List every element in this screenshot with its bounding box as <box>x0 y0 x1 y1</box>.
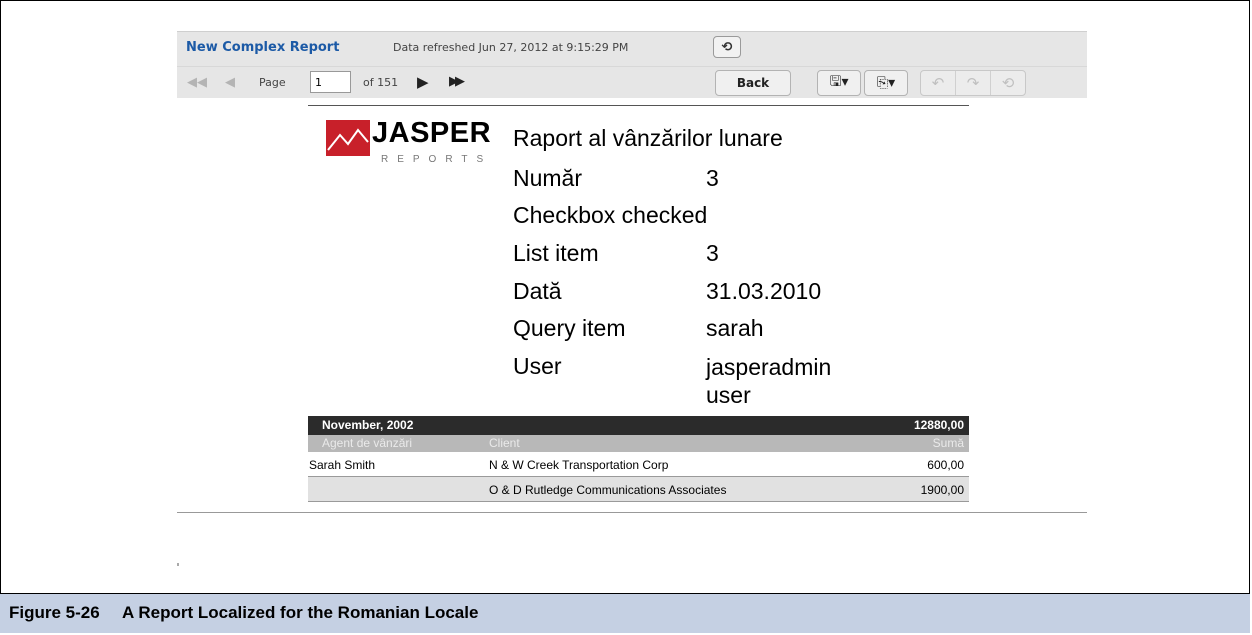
param-value-user: jasperadmin user <box>706 354 832 408</box>
page-number-input[interactable] <box>310 71 351 93</box>
jasper-reports-logo: JASPER REPORTS <box>326 117 491 167</box>
jasper-logo-icon <box>326 120 370 156</box>
last-page-icon: ▶▶ <box>449 74 465 89</box>
param-value-data: 31.03.2010 <box>706 278 822 304</box>
viewer-toolbar: ◀◀ ◀ Page of 151 ▶ ▶▶ Back 🖫▾ ⎘▾ ↶ ↷ ⟲ <box>177 66 1087 99</box>
table-row: Sarah Smith N & W Creek Transportation C… <box>308 452 969 477</box>
param-label-checkbox: Checkbox checked <box>513 202 708 228</box>
cell-sum: 1900,00 <box>920 483 964 497</box>
logo-subtitle: REPORTS <box>381 154 493 165</box>
column-header-client: Client <box>489 436 520 450</box>
redo-icon: ↷ <box>966 74 980 92</box>
refresh-icon: ⟲ <box>721 39 733 55</box>
figure-caption: Figure 5-26 A Report Localized for the R… <box>0 593 1250 633</box>
save-button[interactable]: 🖫▾ <box>817 70 861 96</box>
sales-table: November, 2002 12880,00 Agent de vânzări… <box>308 416 969 502</box>
first-page-button[interactable]: ◀◀ <box>187 75 207 90</box>
group-period: November, 2002 <box>322 418 414 432</box>
back-button[interactable]: Back <box>715 70 791 96</box>
param-label-data: Dată <box>513 278 562 304</box>
figure-number: Figure 5-26 <box>9 603 100 622</box>
param-label-list-item: List item <box>513 240 599 266</box>
report-title: New Complex Report <box>186 40 340 55</box>
page-count: of 151 <box>363 76 399 89</box>
column-header-row: Agent de vânzări Client Sumă <box>308 435 969 452</box>
undo-icon: ↶ <box>931 74 945 92</box>
next-page-icon: ▶ <box>417 73 429 91</box>
refresh-button[interactable]: ⟲ <box>713 36 741 58</box>
param-value-query-item: sarah <box>706 315 764 341</box>
group-header-row: November, 2002 12880,00 <box>308 416 969 435</box>
undo-all-icon: ⟲ <box>1001 74 1015 92</box>
first-page-icon: ◀◀ <box>187 75 207 90</box>
last-page-button[interactable]: ▶▶ <box>449 74 465 89</box>
cell-agent: Sarah Smith <box>309 458 376 472</box>
save-icon: 🖫▾ <box>829 74 849 90</box>
undo-all-button[interactable]: ⟲ <box>991 71 1025 95</box>
param-label-query-item: Query item <box>513 315 626 341</box>
figure-caption-text: A Report Localized for the Romanian Loca… <box>122 603 479 622</box>
cell-client: O & D Rutledge Communications Associates <box>489 483 727 497</box>
undo-button[interactable]: ↶ <box>921 71 956 95</box>
group-total: 12880,00 <box>913 418 964 432</box>
logo-wordmark: JASPER <box>372 117 492 149</box>
previous-page-button[interactable]: ◀ <box>225 75 235 90</box>
report-title-text: Raport al vânzărilor lunare <box>513 125 783 151</box>
table-row: O & D Rutledge Communications Associates… <box>308 477 969 502</box>
back-button-label: Back <box>736 76 770 90</box>
column-header-sum: Sumă <box>932 436 964 450</box>
previous-page-icon: ◀ <box>225 75 235 90</box>
export-button[interactable]: ⎘▾ <box>864 70 908 96</box>
corner-mark <box>177 563 179 566</box>
report-viewer-header: New Complex Report Data refreshed Jun 27… <box>177 31 1087 98</box>
param-label-numar: Număr <box>513 165 583 191</box>
param-value-numar: 3 <box>706 165 719 191</box>
report-top-rule <box>308 105 969 106</box>
redo-button[interactable]: ↷ <box>956 71 991 95</box>
cell-client: N & W Creek Transportation Corp <box>489 458 669 472</box>
viewer-title-row: New Complex Report Data refreshed Jun 27… <box>177 32 1087 63</box>
param-value-list-item: 3 <box>706 240 719 266</box>
param-label-user: User <box>513 353 562 379</box>
report-bottom-rule <box>177 512 1087 513</box>
cell-sum: 600,00 <box>927 458 964 472</box>
history-button-group: ↶ ↷ ⟲ <box>920 70 1026 96</box>
next-page-button[interactable]: ▶ <box>417 73 429 91</box>
export-icon: ⎘▾ <box>876 75 896 91</box>
data-refreshed-text: Data refreshed Jun 27, 2012 at 9:15:29 P… <box>393 41 629 54</box>
column-header-agent: Agent de vânzări <box>322 436 413 450</box>
page-label: Page <box>259 76 286 89</box>
